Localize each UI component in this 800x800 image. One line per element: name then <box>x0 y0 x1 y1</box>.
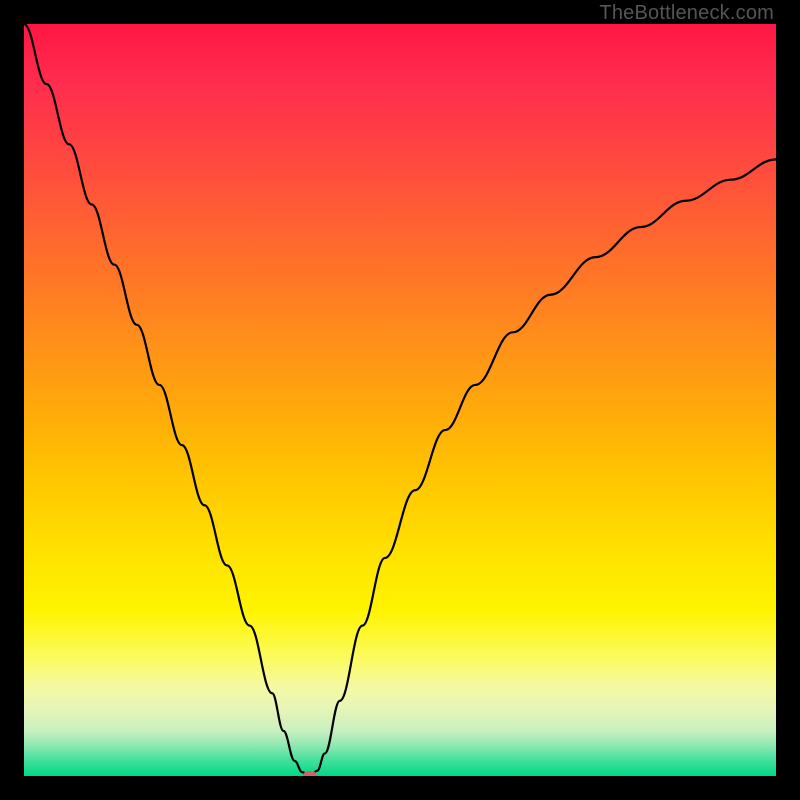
minimum-marker <box>303 771 317 776</box>
watermark-text: TheBottleneck.com <box>599 2 774 25</box>
plot-area <box>24 24 776 776</box>
bottleneck-curve <box>24 24 776 776</box>
chart-frame: TheBottleneck.com <box>0 0 800 800</box>
curve-layer <box>24 24 776 776</box>
